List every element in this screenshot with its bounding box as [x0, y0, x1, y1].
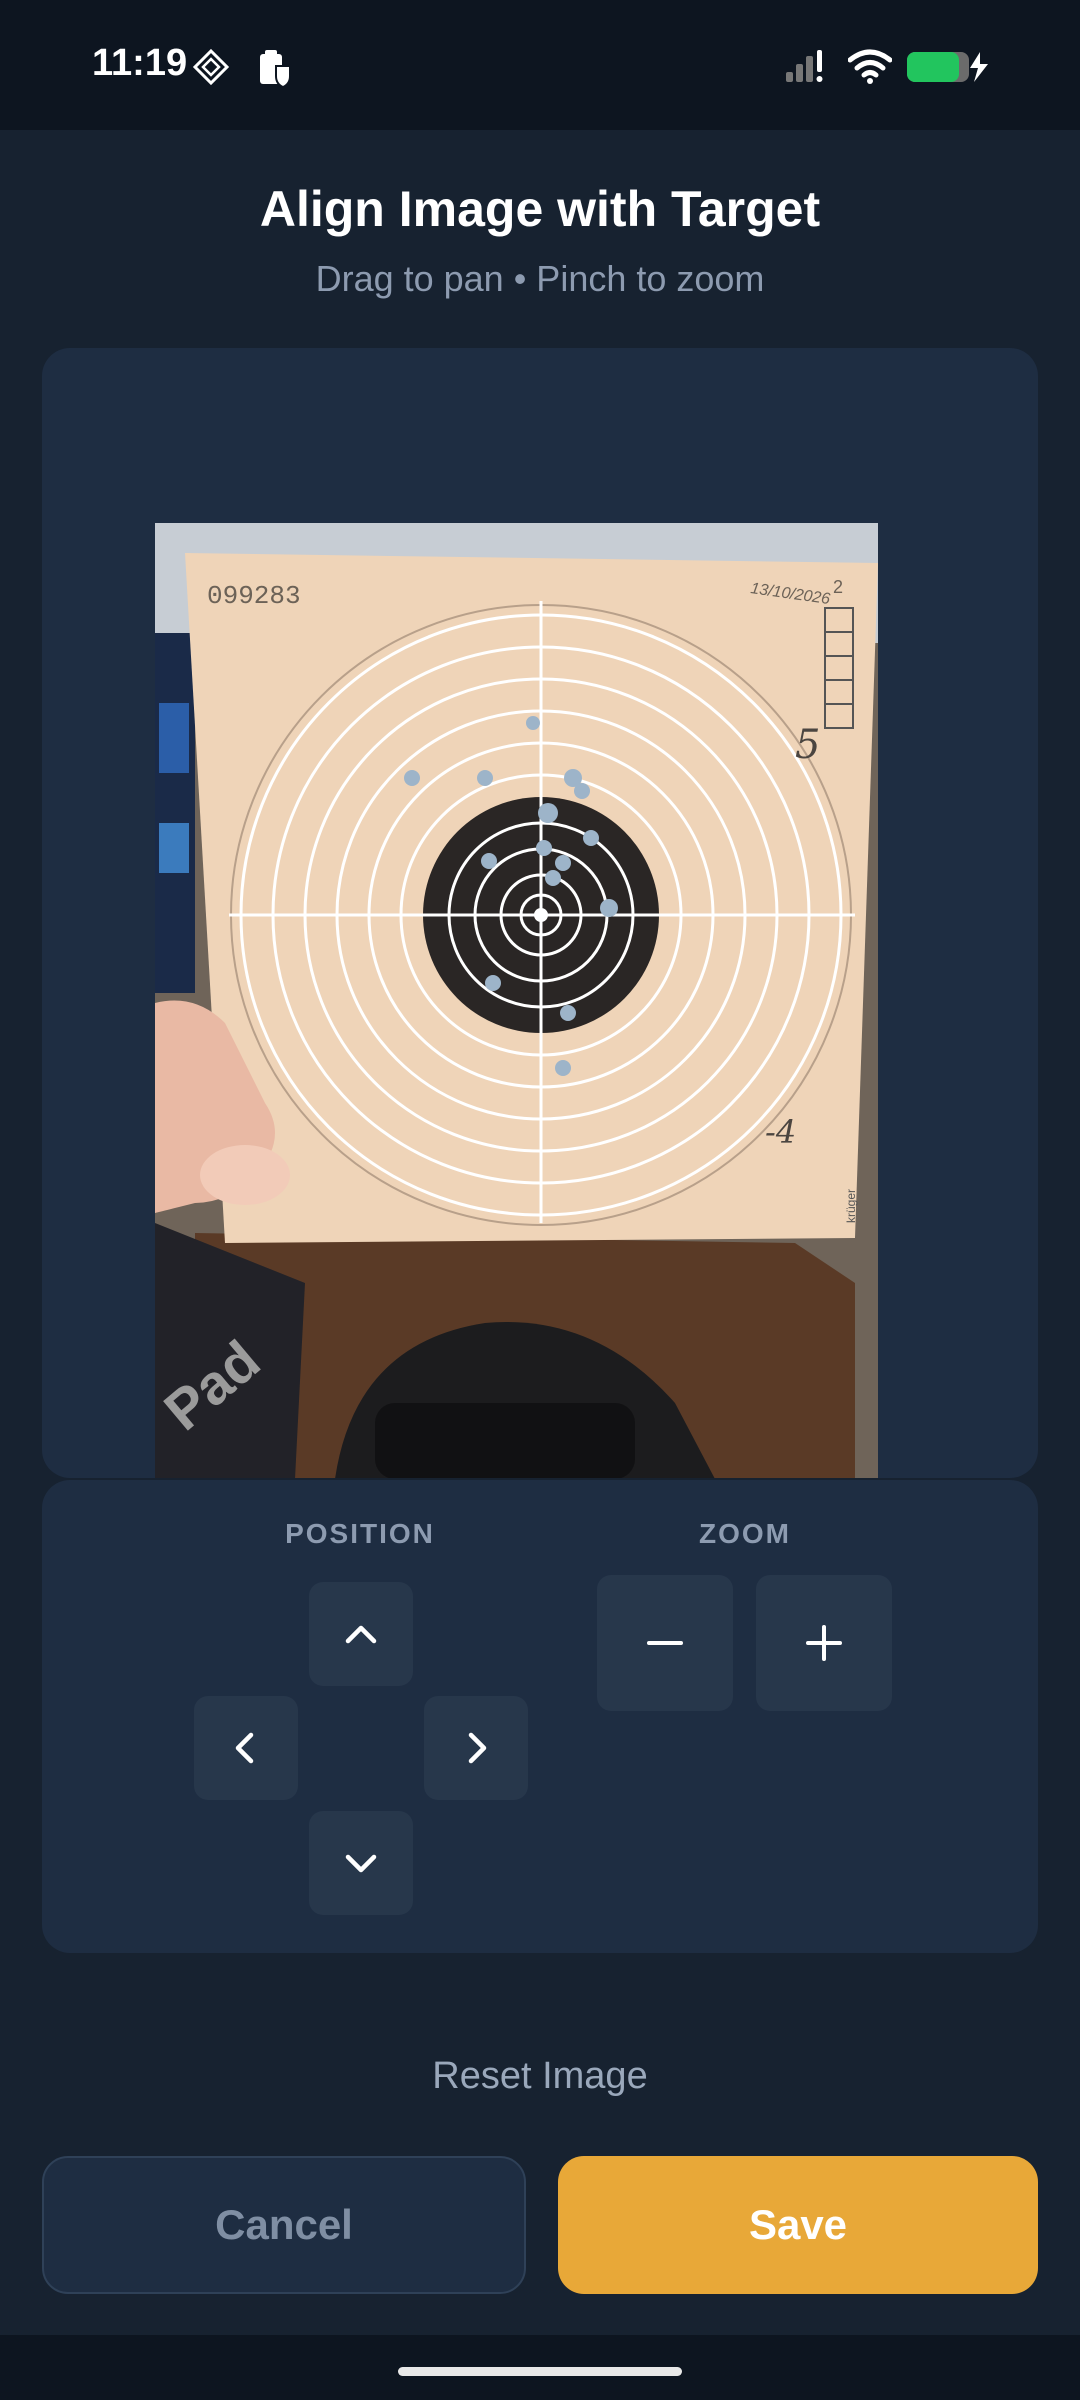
controls-card: [42, 1480, 1038, 1953]
battery-charging-icon: [907, 52, 988, 82]
move-left-button[interactable]: [194, 1696, 298, 1800]
zoom-label: ZOOM: [699, 1518, 791, 1549]
handwritten-note-bottom: -4: [765, 1113, 796, 1151]
chevron-up-icon: [345, 1625, 377, 1644]
minus-icon: [647, 1641, 683, 1645]
cellular-signal-icon: [786, 50, 823, 82]
position-label: POSITION: [285, 1518, 435, 1549]
wifi-icon: [848, 49, 892, 84]
save-button[interactable]: Save: [558, 2156, 1038, 2294]
target-corner-number: 2: [833, 577, 843, 597]
page-title: Align Image with Target: [259, 181, 821, 237]
plus-icon: [806, 1625, 842, 1661]
target-photo-drawing: Pad 099283 13/10/2026 2 5 -4 krüger: [155, 523, 878, 1478]
cancel-button[interactable]: Cancel: [42, 2156, 526, 2294]
reset-image-button[interactable]: Reset Image: [0, 2055, 1080, 2098]
status-time: 11:19: [92, 42, 188, 84]
target-brand: krüger: [844, 1189, 858, 1223]
target-photo[interactable]: Pad 099283 13/10/2026 2 5 -4 krüger: [155, 523, 878, 1478]
app-diamond-icon: [192, 48, 230, 86]
image-preview-card[interactable]: Pad 099283 13/10/2026 2 5 -4 krüger: [42, 348, 1038, 1478]
zoom-in-button[interactable]: [756, 1575, 892, 1711]
move-up-button[interactable]: [309, 1582, 413, 1686]
home-indicator[interactable]: [398, 2367, 682, 2376]
move-right-button[interactable]: [424, 1696, 528, 1800]
chevron-left-icon: [235, 1732, 254, 1764]
status-bar: 11:19: [0, 0, 1080, 130]
page-subtitle: Drag to pan • Pinch to zoom: [315, 258, 765, 299]
chevron-down-icon: [345, 1854, 377, 1873]
zoom-out-button[interactable]: [597, 1575, 733, 1711]
handwritten-note-top: 5: [795, 722, 820, 768]
chevron-right-icon: [468, 1732, 487, 1764]
move-down-button[interactable]: [309, 1811, 413, 1915]
clipboard-shield-icon: [260, 50, 291, 88]
target-serial: 099283: [207, 581, 301, 611]
